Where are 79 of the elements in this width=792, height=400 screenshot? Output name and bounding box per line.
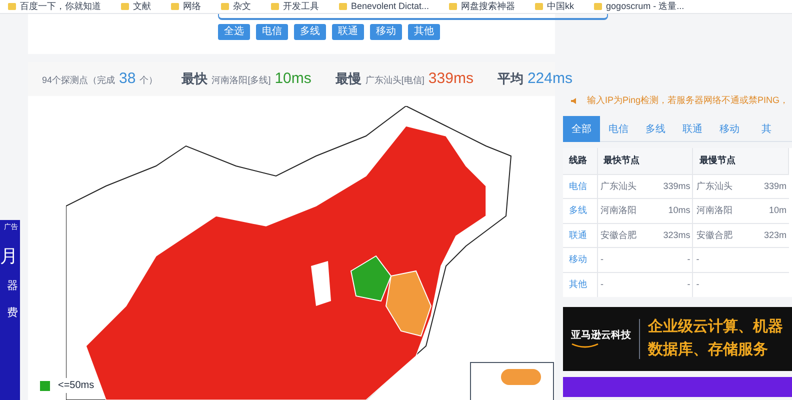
brand-text: 亚马逊云科技 bbox=[571, 328, 631, 343]
folder-icon bbox=[339, 3, 347, 10]
done-count: 38 bbox=[119, 68, 136, 89]
stat-node-label: 广东汕头[电信] bbox=[365, 74, 424, 87]
stat-label: 最快 bbox=[182, 70, 208, 88]
table-cell: - bbox=[692, 248, 752, 272]
tab[interactable]: 联通 bbox=[674, 116, 711, 142]
table-cell: 安徽合肥 bbox=[692, 223, 752, 248]
tab[interactable]: 全部 bbox=[563, 116, 600, 142]
folder-icon bbox=[594, 3, 602, 10]
folder-icon bbox=[171, 3, 179, 10]
stat-node-label: 河南洛阳[多线] bbox=[212, 74, 271, 87]
stat-value: 224ms bbox=[527, 68, 572, 89]
column-header: 最快节点 bbox=[597, 148, 693, 174]
bookmark-link[interactable]: 网盘搜索神器 bbox=[461, 2, 516, 11]
table-cell: 323ms bbox=[652, 223, 693, 248]
bookmark-link[interactable]: 百度一下，你就知道 bbox=[20, 2, 101, 11]
probe-count-text: 94个探测点（完成 bbox=[42, 74, 116, 87]
table-cell: 广东汕头 bbox=[597, 174, 652, 198]
filter-button[interactable]: 其他 bbox=[408, 24, 440, 40]
column-header: 线路 bbox=[563, 148, 597, 174]
table-cell: 河南洛阳 bbox=[597, 198, 652, 223]
ad-text: 器 bbox=[7, 281, 18, 292]
bookmark-link[interactable]: 开发工具 bbox=[283, 2, 319, 11]
table-cell: - bbox=[597, 248, 652, 272]
table-cell: - bbox=[692, 272, 752, 296]
search-field[interactable] bbox=[218, 14, 608, 20]
table-cell: 339ms bbox=[652, 174, 693, 198]
table-cell: - bbox=[652, 272, 693, 296]
bookmark-link[interactable]: 杂文 bbox=[233, 2, 251, 11]
ad-text: 费 bbox=[7, 308, 18, 319]
bookmark-link[interactable]: 文献 bbox=[133, 2, 151, 11]
stat-label: 平均 bbox=[497, 70, 524, 88]
ad-banner[interactable]: 亚马逊云科技 企业级云计算、机器 数据库、存储服务 bbox=[563, 306, 792, 370]
table-cell: 10m bbox=[752, 198, 788, 223]
folder-icon bbox=[8, 3, 16, 10]
speaker-icon bbox=[571, 97, 579, 105]
tab[interactable]: 移动 bbox=[711, 116, 748, 142]
bookmark-link[interactable]: 中国kk bbox=[547, 2, 574, 11]
table-cell: 339m bbox=[752, 174, 788, 198]
ad-text: 月 bbox=[0, 247, 18, 265]
table-cell: 10ms bbox=[652, 198, 693, 223]
line-link[interactable]: 电信 bbox=[563, 174, 597, 198]
bookmark-link[interactable]: 网络 bbox=[183, 2, 201, 11]
folder-icon bbox=[121, 3, 129, 10]
folder-icon bbox=[535, 3, 544, 10]
table-cell: 河南洛阳 bbox=[692, 198, 752, 223]
tab[interactable]: 多线 bbox=[637, 116, 674, 142]
line-link[interactable]: 联通 bbox=[563, 223, 597, 248]
ad-headline: 数据库、存储服务 bbox=[648, 340, 769, 360]
ad-headline: 企业级云计算、机器 bbox=[648, 317, 783, 337]
line-link[interactable]: 移动 bbox=[563, 248, 597, 272]
bookmark-link[interactable]: Benevolent Dictat... bbox=[351, 2, 430, 11]
stat-value: 339ms bbox=[428, 68, 474, 89]
filter-button[interactable]: 电信 bbox=[256, 24, 288, 40]
line-link[interactable]: 其他 bbox=[563, 272, 597, 296]
legend-label: <=50ms bbox=[58, 379, 94, 393]
stat-label: 最慢 bbox=[335, 70, 362, 88]
notice-text: 输入IP为Ping检测，若服务器网络不通或禁PING， bbox=[587, 94, 789, 108]
column-header: 最慢节点 bbox=[692, 148, 788, 174]
folder-icon bbox=[271, 3, 279, 10]
filter-button[interactable]: 移动 bbox=[370, 24, 402, 40]
probe-count-text: 个） bbox=[140, 74, 158, 87]
table-cell: 安徽合肥 bbox=[597, 223, 652, 248]
ad-banner[interactable] bbox=[563, 376, 792, 396]
filter-button[interactable]: 联通 bbox=[332, 24, 364, 40]
filter-button[interactable]: 全选 bbox=[218, 24, 250, 40]
tab[interactable]: 其 bbox=[748, 116, 785, 142]
tab[interactable]: 电信 bbox=[600, 116, 637, 142]
bookmark-link[interactable]: gogoscrum - 迭量... bbox=[606, 2, 684, 11]
table-cell: 323m bbox=[752, 223, 788, 248]
table-cell: - bbox=[597, 272, 652, 296]
folder-icon bbox=[221, 3, 229, 10]
folder-icon bbox=[449, 3, 458, 10]
table-cell: - bbox=[652, 248, 693, 272]
filter-button[interactable]: 多线 bbox=[294, 24, 326, 40]
line-link[interactable]: 多线 bbox=[563, 198, 597, 223]
stat-value: 10ms bbox=[274, 68, 312, 89]
table-cell: 广东汕头 bbox=[692, 174, 752, 198]
